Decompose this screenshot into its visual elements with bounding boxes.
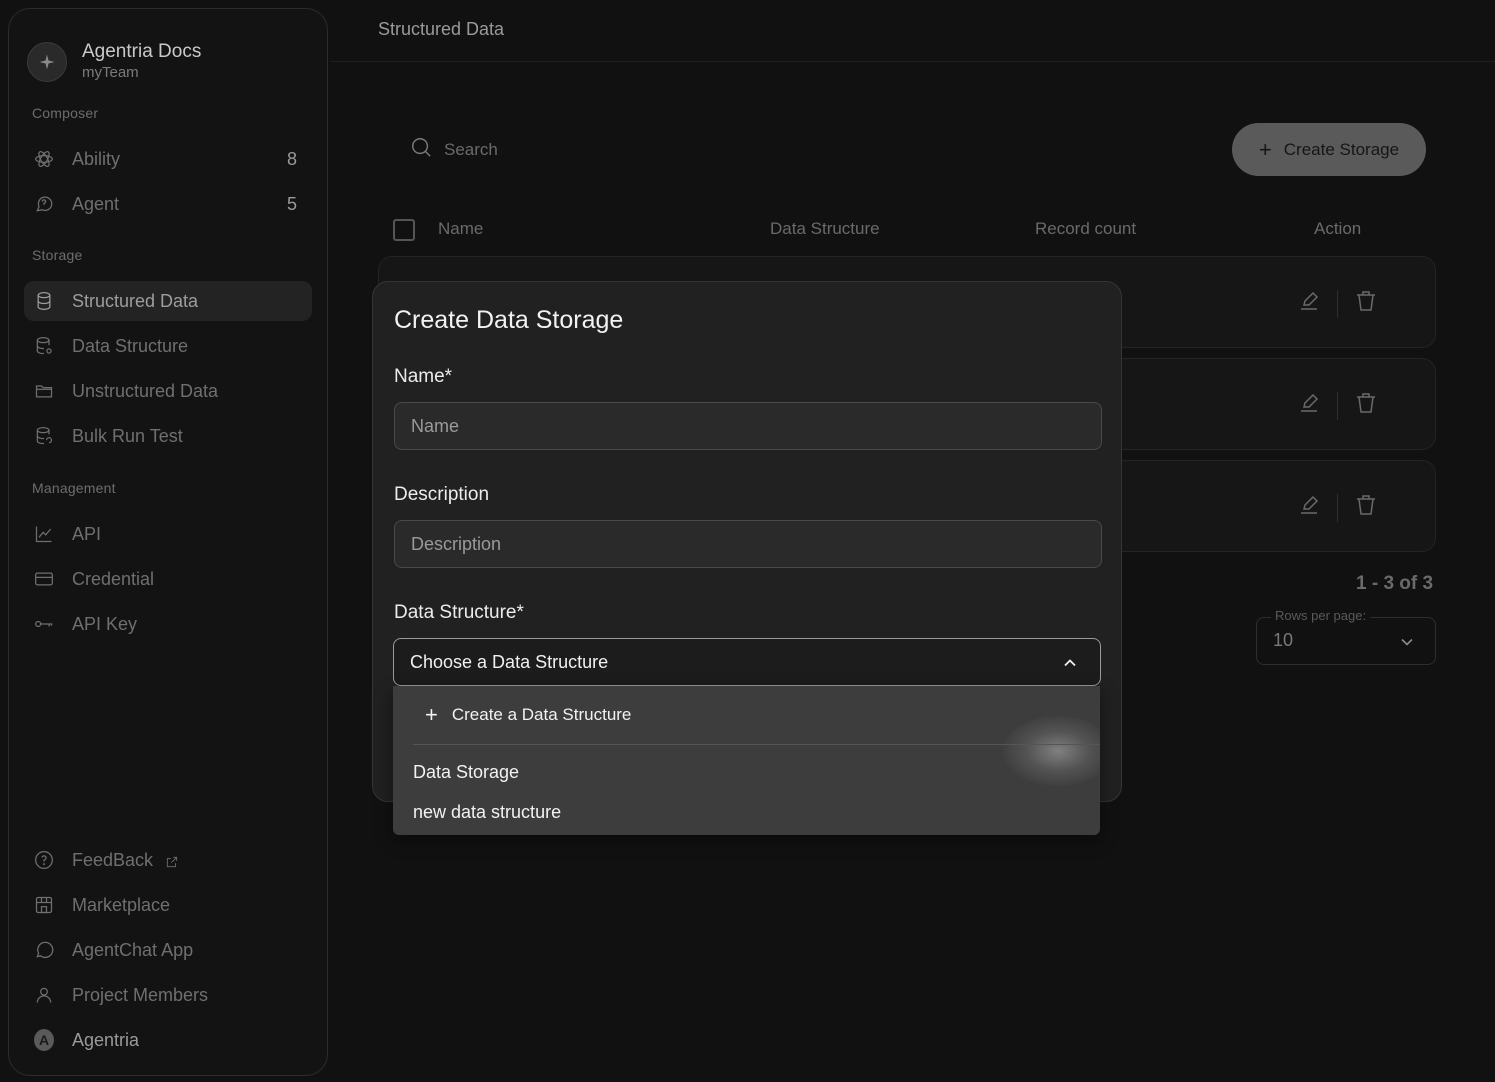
section-label-storage: Storage <box>32 247 83 263</box>
data-structure-select[interactable]: Choose a Data Structure <box>393 638 1101 686</box>
database-settings-icon <box>34 336 54 356</box>
sidebar-item-label: Ability <box>72 148 121 169</box>
sparkle-icon <box>27 42 67 82</box>
dropdown-option[interactable]: new data structure <box>413 802 561 823</box>
pagination-info: 1 - 3 of 3 <box>1356 573 1434 594</box>
sidebar-item-data-structure[interactable]: Data Structure <box>24 326 312 366</box>
sidebar-item-project-members[interactable]: Project Members <box>24 975 312 1015</box>
sidebar-item-api-key[interactable]: API Key <box>24 604 312 644</box>
count-badge: 8 <box>286 148 297 169</box>
folder-icon <box>34 381 54 401</box>
trash-icon[interactable] <box>1354 493 1378 522</box>
column-header-data-structure[interactable]: Data Structure <box>770 219 880 239</box>
search-icon <box>410 136 432 163</box>
create-storage-button[interactable]: + Create Storage <box>1232 123 1426 176</box>
chevron-down-icon <box>1397 632 1417 657</box>
count-badge: 5 <box>286 193 297 214</box>
sidebar-item-feedback[interactable]: FeedBack <box>24 840 312 880</box>
column-header-record-count[interactable]: Record count <box>1035 219 1136 239</box>
sidebar-item-label: Data Structure <box>72 335 189 356</box>
team-sub: myTeam <box>82 64 139 81</box>
external-link-icon <box>165 853 179 868</box>
dropdown-divider <box>413 744 1100 745</box>
rows-per-page-label: Rows per page: <box>1271 608 1371 623</box>
rows-per-page-select[interactable]: Rows per page: 10 <box>1256 608 1436 665</box>
trash-icon[interactable] <box>1354 391 1378 420</box>
database-refresh-icon <box>34 426 54 446</box>
sidebar-item-label: Marketplace <box>72 894 171 915</box>
agent-icon <box>34 194 54 214</box>
sidebar-item-agentchat-app[interactable]: AgentChat App <box>24 930 312 970</box>
data-structure-select-value: Choose a Data Structure <box>410 651 609 672</box>
sidebar-item-label: Agentria <box>72 1029 140 1050</box>
column-header-name[interactable]: Name <box>438 219 483 239</box>
chat-bubble-icon <box>34 940 54 960</box>
avatar: A <box>34 1029 54 1051</box>
chevron-up-icon <box>1060 653 1080 678</box>
section-label-composer: Composer <box>32 105 99 121</box>
sidebar-item-label: Bulk Run Test <box>72 425 183 446</box>
page-title: Structured Data <box>378 19 505 39</box>
help-circle-icon <box>34 850 54 870</box>
search-bar[interactable]: Search <box>398 136 498 163</box>
user-icon <box>34 985 54 1005</box>
sidebar-item-label: Project Members <box>72 984 209 1005</box>
sidebar-item-bulk-run-test[interactable]: Bulk Run Test <box>24 416 312 456</box>
description-label: Description <box>394 484 490 505</box>
create-data-structure-label: Create a Data Structure <box>451 705 632 724</box>
sidebar-item-label: Structured Data <box>72 290 199 311</box>
name-input[interactable] <box>394 402 1102 450</box>
create-data-structure-option[interactable]: + Create a Data Structure <box>393 686 1100 744</box>
team-name: Agentria Docs <box>82 41 202 62</box>
database-icon <box>34 291 54 311</box>
sidebar-item-label: Credential <box>72 568 155 589</box>
sidebar-item-label: FeedBack <box>72 849 154 870</box>
sidebar-item-api[interactable]: API <box>24 514 312 554</box>
search-input[interactable]: Search <box>444 140 498 160</box>
sidebar-item-ability[interactable]: Ability 8 <box>24 139 312 179</box>
data-structure-dropdown: + Create a Data Structure Data Storage n… <box>393 686 1100 835</box>
column-header-action: Action <box>1314 219 1362 238</box>
top-bar: Structured Data <box>330 0 1495 62</box>
credit-card-icon <box>34 569 54 589</box>
sidebar-item-marketplace[interactable]: Marketplace <box>24 885 312 925</box>
sidebar-item-agent[interactable]: Agent 5 <box>24 184 312 224</box>
sidebar-item-structured-data[interactable]: Structured Data <box>24 281 312 321</box>
team-switcher[interactable]: Agentria Docs myTeam <box>27 41 201 83</box>
sidebar: Agentria Docs myTeam Composer Ability 8 … <box>8 8 328 1076</box>
sidebar-item-account[interactable]: A Agentria <box>24 1020 312 1060</box>
dropdown-option[interactable]: Data Storage <box>413 762 519 783</box>
name-label: Name* <box>394 366 453 387</box>
store-icon <box>34 895 54 915</box>
data-structure-label: Data Structure* <box>394 602 524 623</box>
rows-per-page-value: 10 <box>1273 630 1294 650</box>
create-storage-label: Create Storage <box>1283 139 1400 159</box>
sidebar-item-label: Agent <box>72 193 120 214</box>
modal-title: Create Data Storage <box>394 306 624 334</box>
sidebar-item-label: API Key <box>72 613 138 634</box>
key-icon <box>34 614 54 634</box>
plus-icon: + <box>425 702 438 727</box>
description-input[interactable] <box>394 520 1102 568</box>
sidebar-item-label: API <box>72 523 102 544</box>
sidebar-item-label: AgentChat App <box>72 939 194 960</box>
plus-icon: + <box>1258 136 1272 162</box>
chart-line-icon <box>34 524 54 544</box>
select-all-checkbox[interactable] <box>393 219 415 241</box>
trash-icon[interactable] <box>1354 289 1378 318</box>
edit-icon[interactable] <box>1297 493 1321 522</box>
edit-icon[interactable] <box>1297 391 1321 420</box>
section-label-management: Management <box>32 480 116 496</box>
sidebar-item-credential[interactable]: Credential <box>24 559 312 599</box>
sidebar-item-unstructured-data[interactable]: Unstructured Data <box>24 371 312 411</box>
edit-icon[interactable] <box>1297 289 1321 318</box>
ability-icon <box>34 149 54 169</box>
sidebar-item-label: Unstructured Data <box>72 380 219 401</box>
